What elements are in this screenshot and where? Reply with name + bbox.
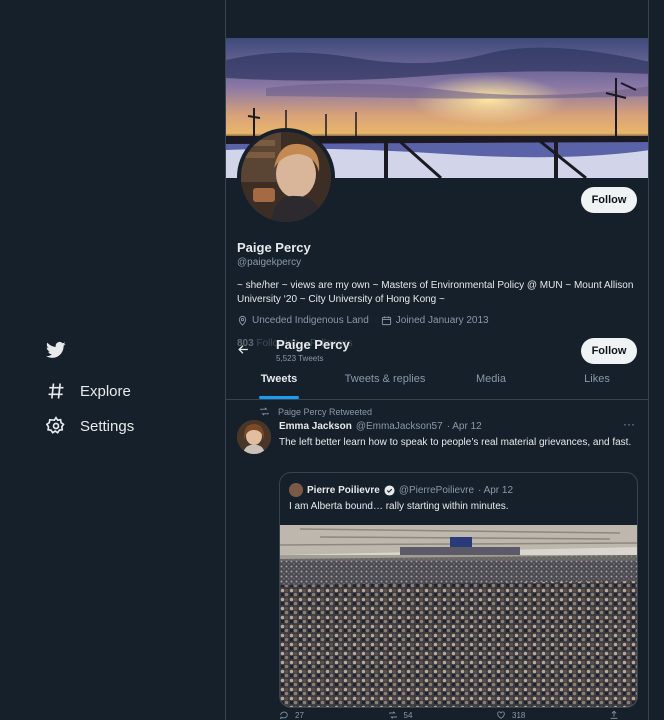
hashtag-icon <box>48 383 64 399</box>
tweet-author-avatar[interactable] <box>237 420 271 454</box>
heart-icon <box>497 711 505 719</box>
sticky-tweet-count: 5,523 Tweets <box>276 354 324 363</box>
retweet-indicator: Paige Percy Retweeted <box>259 406 372 417</box>
quote-author-name: Pierre Poilievre <box>307 484 380 496</box>
more-options-button[interactable]: ··· <box>623 417 635 431</box>
location-pin-icon <box>238 315 247 326</box>
profile-joined: Joined January 2013 <box>395 315 489 326</box>
profile-location: Unceded Indigenous Land <box>252 315 369 326</box>
retweet-action[interactable]: 54 <box>388 710 413 720</box>
quote-tweet[interactable]: Pierre Poilievre @PierrePoilievre · Apr … <box>279 472 638 708</box>
profile-handle: @paigekpercy <box>237 257 302 268</box>
reply-count: 27 <box>295 710 304 720</box>
tweet-text: The left better learn how to speak to pe… <box>279 437 632 448</box>
quote-author-handle: @PierrePoilievre <box>398 484 475 496</box>
tab-tweets-replies[interactable]: Tweets & replies <box>332 364 438 399</box>
tweet-author-name[interactable]: Emma Jackson <box>279 421 352 432</box>
reply-icon <box>280 711 288 720</box>
profile-name: Paige Percy <box>237 240 311 255</box>
tweet-date[interactable]: · Apr 12 <box>447 421 482 432</box>
profile-meta: Unceded Indigenous Land Joined January 2… <box>237 315 489 326</box>
gear-icon <box>46 416 65 434</box>
avatar-image <box>237 420 271 454</box>
profile-bio: ~ she/her ~ views are my own ~ Masters o… <box>237 280 634 305</box>
tab-media[interactable]: Media <box>438 364 544 399</box>
avatar-image <box>241 132 331 222</box>
arrow-left-icon <box>238 345 248 354</box>
tab-tweets[interactable]: Tweets <box>226 364 332 399</box>
tab-likes[interactable]: Likes <box>544 364 648 399</box>
reply-action[interactable]: 27 <box>279 710 304 720</box>
calendar-icon <box>381 316 391 326</box>
twitter-logo[interactable] <box>46 340 66 360</box>
tweet-header: Emma Jackson @EmmaJackson57 · Apr 12 <box>279 421 482 432</box>
sidebar-item-label: Explore <box>80 382 131 400</box>
retweet-icon <box>260 407 269 416</box>
quote-text: I am Alberta bound… rally starting withi… <box>289 501 509 512</box>
share-action[interactable] <box>609 710 619 720</box>
sidebar-item-explore[interactable]: Explore <box>46 381 131 401</box>
sidebar-item-settings[interactable]: Settings <box>46 416 134 436</box>
profile-tabs: Tweets Tweets & replies Media Likes <box>226 364 648 400</box>
retweet-icon <box>388 711 397 719</box>
sidebar-item-label: Settings <box>80 417 135 435</box>
quote-header: Pierre Poilievre @PierrePoilievre · Apr … <box>289 483 513 497</box>
profile-column: Follow Paige Percy @paigekpercy ~ she/he… <box>225 0 649 720</box>
tweet-author-handle[interactable]: @EmmaJackson57 <box>356 421 443 432</box>
twitter-bird-icon <box>46 341 66 358</box>
rally-crowd-image <box>280 525 637 707</box>
quote-image[interactable] <box>280 525 637 707</box>
like-action[interactable]: 318 <box>496 710 525 720</box>
tweet-actions: 27 54 318 <box>279 710 619 720</box>
verified-badge-icon <box>384 484 395 496</box>
retweet-label: Paige Percy Retweeted <box>278 406 373 417</box>
sticky-follow-button[interactable]: Follow <box>581 338 637 364</box>
quote-author-avatar <box>289 483 303 497</box>
retweet-count: 54 <box>403 710 413 720</box>
sticky-name: Paige Percy <box>276 337 350 352</box>
follow-button[interactable]: Follow <box>581 187 637 213</box>
quote-date: · Apr 12 <box>478 484 514 496</box>
share-icon <box>610 710 618 719</box>
like-count: 318 <box>512 710 526 720</box>
profile-avatar[interactable] <box>237 128 335 226</box>
back-button[interactable] <box>237 343 250 359</box>
